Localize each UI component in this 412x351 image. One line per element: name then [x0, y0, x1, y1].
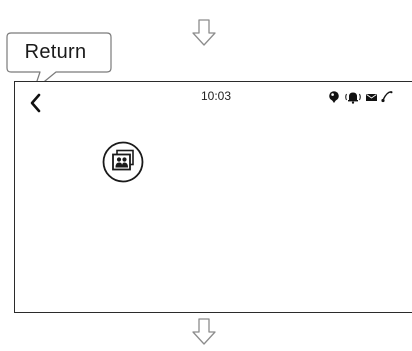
arrow-down-icon: [192, 19, 216, 46]
signal-icon: [381, 91, 393, 103]
device-screen: 10:03: [14, 81, 412, 313]
chevron-left-icon[interactable]: [29, 92, 43, 114]
status-icons: [329, 91, 393, 104]
message-icon: [366, 94, 377, 101]
photo-album-icon[interactable]: [102, 141, 144, 183]
status-time: 10:03: [201, 89, 232, 103]
arrow-down-icon: [192, 318, 216, 345]
location-pin-icon: [329, 91, 339, 103]
vibrate-bell-icon: [345, 92, 361, 104]
callout-label: Return: [24, 41, 87, 63]
